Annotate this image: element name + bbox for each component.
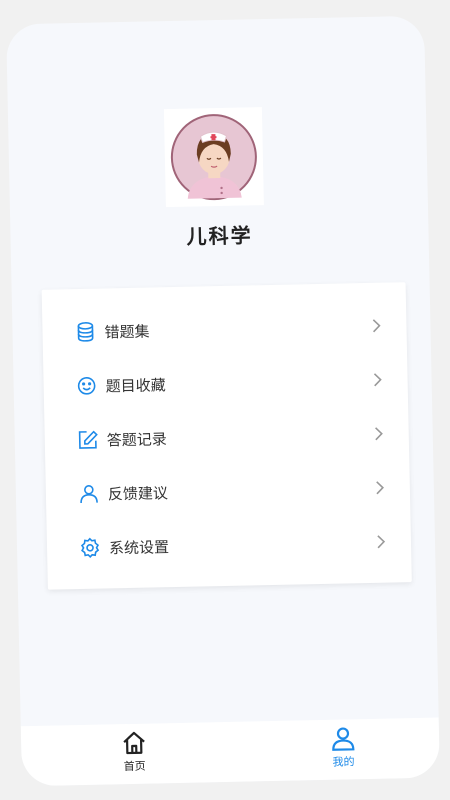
avatar: [163, 107, 264, 208]
menu-item-favorites[interactable]: 题目收藏: [43, 352, 408, 414]
edit-icon: [77, 429, 99, 451]
menu-item-label: 错题集: [104, 322, 150, 341]
smile-icon: [75, 375, 97, 397]
tab-mine-label: 我的: [332, 755, 355, 769]
chevron-right-icon: [373, 427, 385, 441]
chevron-right-icon: [374, 481, 386, 495]
database-icon: [74, 321, 96, 343]
menu-item-wrong-questions[interactable]: 错题集: [42, 298, 407, 360]
menu-card: 错题集 题目收藏 答题记录 反馈建议 系统设置: [41, 282, 412, 590]
menu-item-label: 题目收藏: [105, 375, 166, 395]
chevron-right-icon: [371, 373, 383, 387]
page-title: 儿科学: [186, 223, 253, 249]
user-icon: [78, 483, 100, 505]
menu-item-settings[interactable]: 系统设置: [46, 514, 411, 576]
phone-screen: 儿科学 错题集 题目收藏 答题记录 反馈建议 系统设置 首页 我的: [6, 15, 440, 787]
user-icon: [330, 725, 357, 752]
chevron-right-icon: [370, 319, 382, 333]
chevron-right-icon: [375, 535, 387, 549]
menu-item-label: 答题记录: [106, 429, 167, 449]
tab-home[interactable]: 首页: [94, 729, 175, 775]
nurse-avatar-icon: [170, 114, 257, 201]
tab-mine[interactable]: 我的: [303, 725, 384, 771]
gear-icon: [79, 537, 101, 559]
menu-item-label: 反馈建议: [107, 483, 169, 503]
home-icon: [121, 730, 148, 757]
menu-item-answer-records[interactable]: 答题记录: [44, 406, 409, 468]
tab-home-label: 首页: [123, 759, 146, 774]
menu-item-label: 系统设置: [108, 537, 170, 557]
bottom-tab-bar: 首页 我的: [20, 717, 440, 787]
menu-item-feedback[interactable]: 反馈建议: [45, 460, 410, 522]
